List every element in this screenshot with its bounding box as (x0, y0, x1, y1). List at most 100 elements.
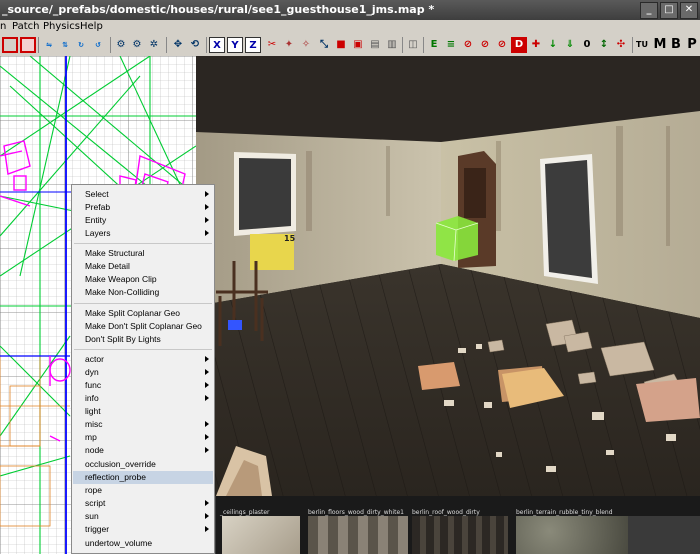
menu-prefab[interactable]: Prefab (73, 201, 213, 214)
texture-thumb[interactable] (222, 516, 300, 554)
entity-list-button[interactable]: E (426, 37, 442, 53)
rotate-90-icon[interactable]: ↻ (73, 37, 89, 53)
no-model-icon[interactable]: ⊘ (477, 37, 493, 53)
settings-icon[interactable]: ⚙ (113, 37, 129, 53)
gear-icon[interactable]: ✲ (146, 37, 162, 53)
menu-info[interactable]: info (73, 392, 213, 405)
axis-y-button[interactable]: Y (227, 37, 243, 53)
drop-icon[interactable]: ⇓ (562, 37, 578, 53)
menu-make-weapon-clip[interactable]: Make Weapon Clip (73, 273, 213, 286)
settings-alt-icon[interactable]: ⚙ (129, 37, 145, 53)
m-button[interactable]: M (652, 37, 668, 53)
texture-label: berlin_floors_wood_dirty_white1 (308, 509, 404, 516)
patch-icon[interactable]: ✧ (298, 37, 314, 53)
menu-sun[interactable]: sun (73, 510, 213, 523)
brush-icon[interactable] (2, 37, 18, 53)
texture-thumb[interactable] (628, 516, 700, 554)
filter-icon[interactable]: ▥ (384, 37, 400, 53)
tag-icon[interactable]: ✚ (528, 37, 544, 53)
frame-icon[interactable] (20, 37, 36, 53)
minimize-button[interactable]: _ (640, 2, 658, 19)
menu-undertow-volume[interactable]: undertow_volume (73, 537, 213, 550)
submenu-arrow-icon (205, 191, 209, 197)
menu-actor[interactable]: actor (73, 353, 213, 366)
grid-icon[interactable]: ▤ (367, 37, 383, 53)
context-menu: Select Prefab Entity Layers Make Structu… (71, 184, 215, 554)
menu-separator (74, 243, 212, 244)
submenu-arrow-icon (205, 421, 209, 427)
camera-icon[interactable]: ◫ (405, 37, 421, 53)
marker-icon[interactable]: ✣ (613, 37, 629, 53)
list-icon[interactable]: ≡ (443, 37, 459, 53)
cycle-layer-icon[interactable]: ↺ (90, 37, 106, 53)
menu-physics[interactable]: Physics (43, 21, 80, 32)
menu-reflection-probe[interactable]: reflection_probe (73, 471, 213, 484)
menu-rope[interactable]: rope (73, 484, 213, 497)
texture-thumb[interactable] (412, 516, 508, 554)
flip-x-icon[interactable]: ⇋ (41, 37, 57, 53)
submenu-arrow-icon (205, 526, 209, 532)
viewport-scene: 15 (196, 56, 700, 496)
menu-select[interactable]: Select (73, 188, 213, 201)
menu-script[interactable]: script (73, 497, 213, 510)
menu-func[interactable]: func (73, 379, 213, 392)
down-arrow-icon[interactable]: ↓ (545, 37, 561, 53)
menu-help[interactable]: Help (80, 21, 103, 32)
menu-light[interactable]: light (73, 405, 213, 418)
menu-bar: n Patch Physics Help (0, 20, 700, 34)
toolbar: ⇋ ⇅ ↻ ↺ ⚙ ⚙ ✲ ✥ ⟲ X Y Z ✂ ✦ ✧ ⤡ ■ ▣ ▤ ▥ … (0, 34, 700, 57)
texture-label: berlin_terrain_rubble_tiny_blend (516, 509, 613, 516)
detail-button[interactable]: D (511, 37, 527, 53)
menu-misc[interactable]: misc (73, 418, 213, 431)
menu-make-split-coplanar-geo[interactable]: Make Split Coplanar Geo (73, 307, 213, 320)
menu-mp[interactable]: mp (73, 431, 213, 444)
texture-label: _ceilings_plaster (220, 509, 270, 516)
menu-occlusion-override[interactable]: occlusion_override (73, 458, 213, 471)
axis-x-button[interactable]: X (209, 37, 225, 53)
menu-layers[interactable]: Layers (73, 227, 213, 240)
texture-label: berlin_roof_wood_dirty (412, 509, 480, 516)
menu-patch[interactable]: Patch (12, 21, 39, 32)
menu-item-cut[interactable]: n (0, 21, 6, 32)
menu-dont-split-by-lights[interactable]: Don't Split By Lights (73, 333, 213, 346)
clipper-icon[interactable]: ✂ (264, 37, 280, 53)
submenu-arrow-icon (205, 434, 209, 440)
snap-icon[interactable]: ↕ (596, 37, 612, 53)
texture-thumb[interactable] (308, 516, 408, 554)
texture-browser: _ceilings_plaster berlin_floors_wood_dir… (216, 496, 700, 554)
select-icon[interactable]: ⤡ (316, 37, 332, 53)
move-icon[interactable]: ✥ (170, 37, 186, 53)
menu-make-non-colliding[interactable]: Make Non-Colliding (73, 286, 213, 299)
submenu-arrow-icon (205, 500, 209, 506)
no-sound-icon[interactable]: ⊘ (494, 37, 510, 53)
texture-thumb[interactable] (516, 516, 628, 554)
menu-make-structural[interactable]: Make Structural (73, 247, 213, 260)
maximize-button[interactable]: □ (660, 2, 678, 19)
rotate-icon[interactable]: ⟲ (187, 37, 203, 53)
menu-make-dont-split-coplanar-geo[interactable]: Make Don't Split Coplanar Geo (73, 320, 213, 333)
no-entity-icon[interactable]: ⊘ (460, 37, 476, 53)
flip-y-icon[interactable]: ⇅ (57, 37, 73, 53)
paint-icon[interactable]: ■ (333, 37, 349, 53)
texture-unlock-button[interactable]: TU (634, 37, 650, 53)
menu-dyn[interactable]: dyn (73, 366, 213, 379)
p-button[interactable]: P (684, 37, 700, 53)
title-bar: _source/_prefabs/domestic/houses/rural/s… (0, 0, 700, 20)
cube-icon[interactable]: ▣ (350, 37, 366, 53)
menu-trigger[interactable]: trigger (73, 523, 213, 536)
zero-button[interactable]: 0 (579, 37, 595, 53)
close-button[interactable]: ✕ (680, 2, 698, 19)
submenu-arrow-icon (205, 204, 209, 210)
axis-z-button[interactable]: Z (245, 37, 261, 53)
camera-viewport[interactable]: 15 (196, 56, 700, 496)
menu-entity[interactable]: Entity (73, 214, 213, 227)
menu-make-detail[interactable]: Make Detail (73, 260, 213, 273)
menu-node[interactable]: node (73, 444, 213, 457)
texture-lock-icon[interactable]: ✦ (281, 37, 297, 53)
submenu-arrow-icon (205, 369, 209, 375)
menu-separator (74, 303, 212, 304)
submenu-arrow-icon (205, 230, 209, 236)
sign-number: 15 (284, 234, 296, 243)
b-button[interactable]: B (668, 37, 684, 53)
menu-separator (74, 349, 212, 350)
